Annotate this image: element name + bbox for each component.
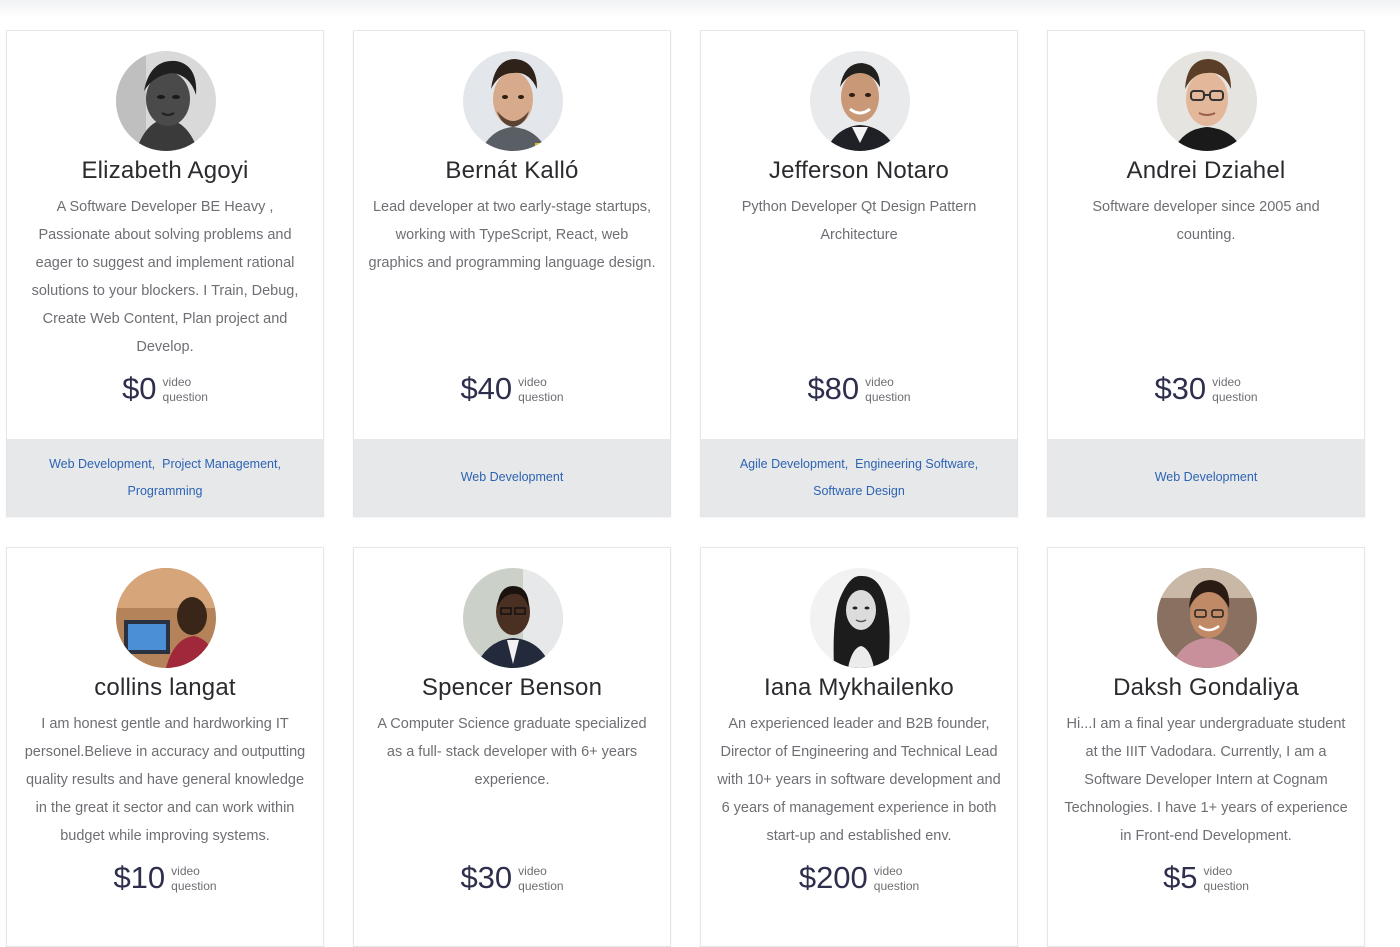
tag-link[interactable]: Web Development	[1155, 470, 1258, 484]
avatar[interactable]	[810, 568, 910, 668]
expert-bio: A Computer Science graduate specialized …	[377, 716, 647, 788]
expert-name[interactable]: Daksh Gondaliya	[1048, 674, 1364, 702]
expert-card[interactable]: Iana Mykhailenko An experienced leader a…	[700, 547, 1018, 947]
price-unit: video question	[518, 373, 563, 405]
tag-link[interactable]: Agile Development,	[740, 457, 848, 471]
price-unit-line-1: video	[1212, 375, 1241, 389]
tag-link[interactable]: Web Development,	[49, 457, 155, 471]
price-amount: $5	[1163, 860, 1198, 895]
price-unit: video question	[874, 862, 919, 894]
tag-link[interactable]: Project Management,	[162, 457, 281, 471]
price-unit-line-1: video	[162, 375, 192, 389]
expert-card[interactable]: collins langat I am honest gentle and ha…	[6, 547, 324, 947]
price-unit: video question	[1212, 373, 1257, 405]
expert-name[interactable]: Elizabeth Agoyi	[7, 157, 323, 185]
avatar[interactable]	[463, 51, 563, 151]
expert-bio: Software developer since 2005 and counti…	[1092, 199, 1320, 243]
tags-bar: Web Development	[1048, 439, 1364, 516]
price-unit-line-2: question	[865, 390, 911, 404]
price-unit-line-2: question	[518, 879, 564, 893]
expert-card[interactable]: Jefferson Notaro Python Developer Qt Des…	[700, 30, 1018, 517]
price-block: $10 video question	[7, 860, 323, 896]
price-unit-line-1: video	[865, 375, 894, 389]
tags-bar: Web Development	[354, 439, 670, 516]
price-unit-line-2: question	[1212, 390, 1258, 404]
price-block: $0 video question	[7, 371, 323, 407]
tag-link[interactable]: Programming	[127, 484, 202, 498]
expert-bio: Hi...I am a final year undergraduate stu…	[1064, 716, 1348, 844]
avatar[interactable]	[1157, 568, 1257, 668]
expert-bio: I am honest gentle and hardworking IT pe…	[24, 716, 306, 844]
price-unit-line-2: question	[518, 390, 564, 404]
expert-name[interactable]: collins langat	[7, 674, 323, 702]
price-unit-line-2: question	[162, 390, 208, 404]
expert-card[interactable]: Andrei Dziahel Software developer since …	[1047, 30, 1365, 517]
price-block: $80 video question	[701, 371, 1017, 407]
price-block: $40 video question	[354, 371, 670, 407]
price-unit-line-2: question	[1203, 879, 1249, 893]
price-unit-line-1: video	[873, 864, 903, 878]
expert-card[interactable]: Bernát Kalló Lead developer at two early…	[353, 30, 671, 517]
price-unit: video question	[171, 862, 216, 894]
price-block: $30 video question	[1048, 371, 1364, 407]
price-unit-line-1: video	[1203, 864, 1233, 878]
tag-link[interactable]: Engineering Software,	[855, 457, 978, 471]
price-amount: $40	[460, 371, 513, 406]
price-amount: $0	[122, 371, 157, 406]
expert-name[interactable]: Iana Mykhailenko	[701, 674, 1017, 702]
price-amount: $10	[113, 860, 166, 895]
price-unit-line-2: question	[171, 879, 217, 893]
price-amount: $200	[798, 860, 868, 895]
expert-name[interactable]: Bernát Kalló	[354, 157, 670, 185]
avatar[interactable]	[116, 568, 216, 668]
price-unit: video question	[1204, 862, 1249, 894]
avatar[interactable]	[1157, 51, 1257, 151]
price-amount: $30	[1154, 371, 1207, 406]
expert-bio: A Software Developer BE Heavy , Passiona…	[31, 199, 299, 355]
price-amount: $80	[807, 371, 860, 406]
tag-link[interactable]: Web Development	[461, 470, 564, 484]
expert-name[interactable]: Jefferson Notaro	[701, 157, 1017, 185]
avatar[interactable]	[810, 51, 910, 151]
tags-bar: Web Development, Project Management, Pro…	[7, 439, 323, 516]
expert-bio: Python Developer Qt Design Pattern Archi…	[741, 199, 977, 243]
avatar[interactable]	[463, 568, 563, 668]
price-unit-line-2: question	[873, 879, 920, 893]
price-unit-line-1: video	[518, 864, 547, 878]
price-block: $30 video question	[354, 860, 670, 896]
expert-bio: Lead developer at two early-stage startu…	[368, 199, 656, 271]
avatar[interactable]	[116, 51, 216, 151]
price-amount: $30	[460, 860, 513, 895]
price-unit: video question	[518, 862, 563, 894]
expert-grid: Elizabeth Agoyi A Software Developer BE …	[0, 0, 1400, 947]
tag-link[interactable]: Software Design	[813, 484, 905, 498]
expert-card[interactable]: Elizabeth Agoyi A Software Developer BE …	[6, 30, 324, 517]
price-unit-line-1: video	[518, 375, 547, 389]
tags-bar: Agile Development, Engineering Software,…	[701, 439, 1017, 516]
expert-bio: An experienced leader and B2B founder, D…	[717, 716, 1001, 844]
price-block: $200 video question	[701, 860, 1017, 896]
expert-name[interactable]: Spencer Benson	[354, 674, 670, 702]
expert-card[interactable]: Daksh Gondaliya Hi...I am a final year u…	[1047, 547, 1365, 947]
price-unit: video question	[865, 373, 910, 405]
expert-card[interactable]: Spencer Benson A Computer Science gradua…	[353, 547, 671, 947]
price-unit: video question	[163, 373, 208, 405]
price-block: $5 video question	[1048, 860, 1364, 896]
price-unit-line-1: video	[171, 864, 200, 878]
expert-name[interactable]: Andrei Dziahel	[1048, 157, 1364, 185]
